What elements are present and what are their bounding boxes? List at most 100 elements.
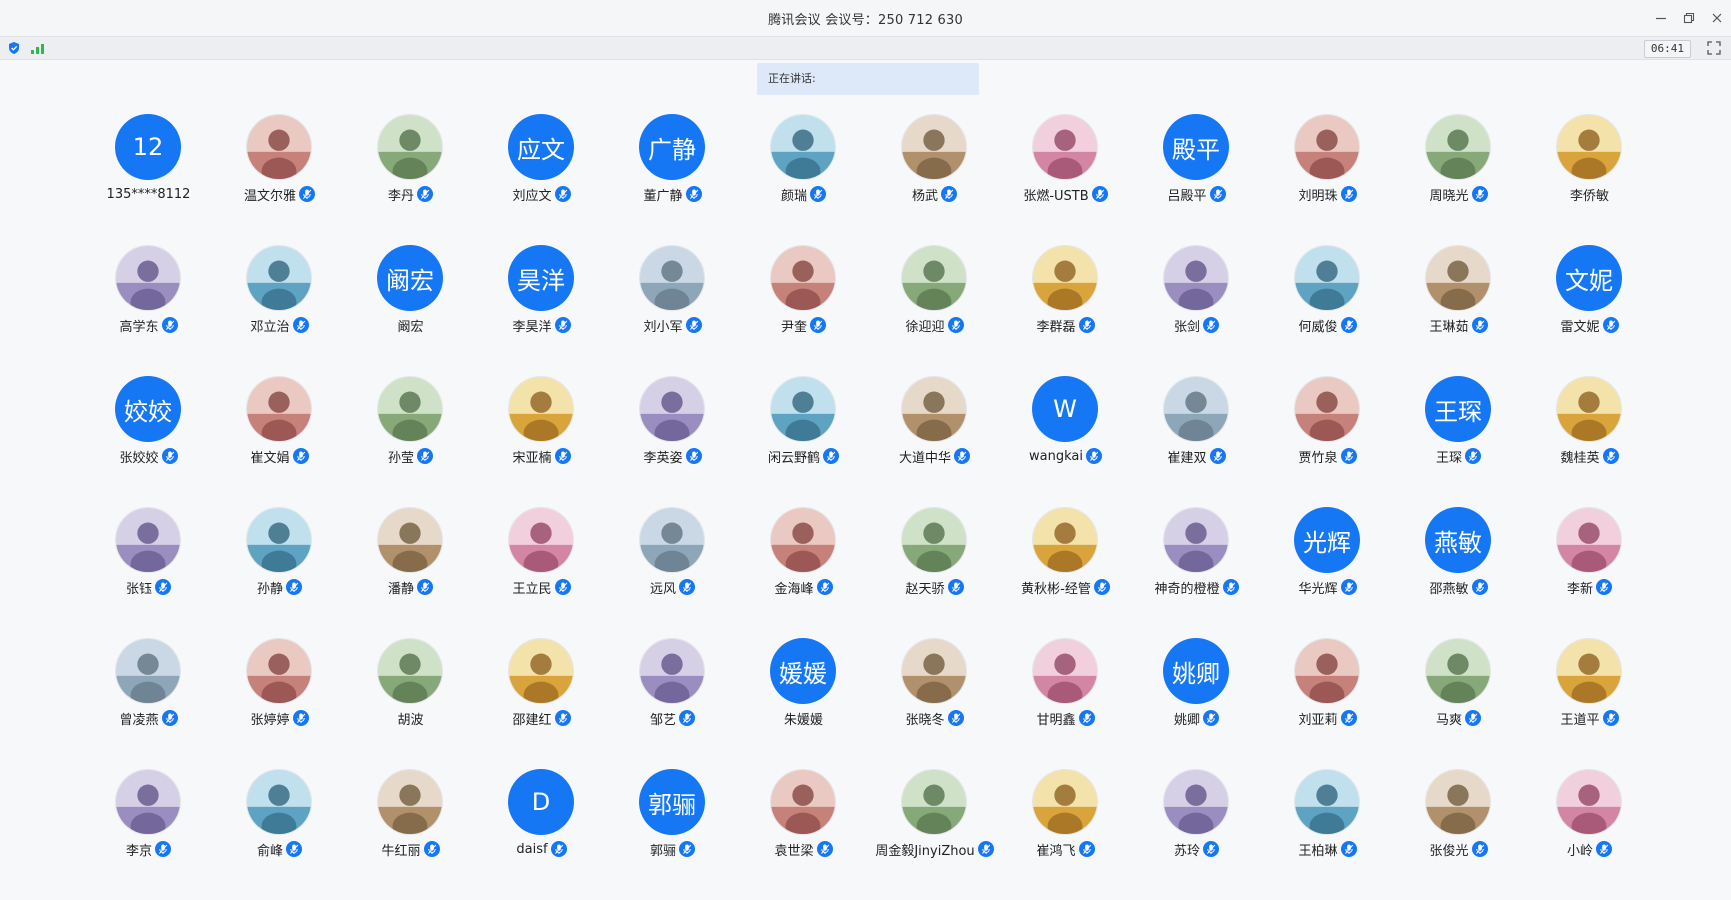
participant-tile[interactable]: 王琳茹	[1393, 242, 1524, 373]
participant-tile[interactable]: 燕敏 邵燕敏	[1393, 504, 1524, 635]
participant-tile[interactable]: 光辉 华光辉	[1262, 504, 1393, 635]
participant-tile[interactable]: 李侨敏	[1524, 111, 1655, 242]
participant-tile[interactable]: 马爽	[1393, 635, 1524, 766]
participant-tile[interactable]: 王柏琳	[1262, 766, 1393, 897]
participant-tile[interactable]: 黄秋彬-经管	[1000, 504, 1131, 635]
participant-tile[interactable]: 张婷婷	[214, 635, 345, 766]
participant-tile[interactable]: 宋亚楠	[476, 373, 607, 504]
participant-tile[interactable]: 李群磊	[1000, 242, 1131, 373]
participant-tile[interactable]: 何威俊	[1262, 242, 1393, 373]
mic-icon[interactable]	[816, 841, 833, 857]
mic-icon[interactable]	[810, 317, 826, 333]
mic-icon[interactable]	[685, 317, 702, 333]
participant-tile[interactable]: 崔文娟	[214, 373, 345, 504]
participant-tile[interactable]: 崔鸿飞	[1000, 766, 1131, 897]
mic-icon[interactable]	[1209, 448, 1226, 464]
restore-icon[interactable]	[1675, 0, 1703, 36]
mic-icon[interactable]	[1078, 841, 1095, 857]
mic-icon[interactable]	[1471, 317, 1488, 333]
mic-icon[interactable]	[816, 579, 833, 595]
participant-tile[interactable]: 李英姿	[607, 373, 738, 504]
mic-icon[interactable]	[947, 710, 964, 726]
mic-icon[interactable]	[1340, 579, 1357, 595]
participant-tile[interactable]: 小岭	[1524, 766, 1655, 897]
participant-tile[interactable]: 甘明鑫	[1000, 635, 1131, 766]
signal-icon[interactable]	[31, 42, 45, 54]
participant-tile[interactable]: Ddaisf	[476, 766, 607, 897]
mic-icon[interactable]	[554, 710, 571, 726]
mic-icon[interactable]	[947, 317, 964, 333]
participant-tile[interactable]: 刘小军	[607, 242, 738, 373]
participant-tile[interactable]: 昊洋 李昊洋	[476, 242, 607, 373]
participant-tile[interactable]: 大道中华	[869, 373, 1000, 504]
mic-icon[interactable]	[1340, 710, 1357, 726]
mic-icon[interactable]	[554, 186, 571, 202]
participant-tile[interactable]: 金海峰	[738, 504, 869, 635]
participant-tile[interactable]: 徐迎迎	[869, 242, 1000, 373]
participant-tile[interactable]: 崔建双	[1131, 373, 1262, 504]
participant-tile[interactable]: 俞峰	[214, 766, 345, 897]
participant-tile[interactable]: 杨武	[869, 111, 1000, 242]
participant-tile[interactable]: 邓立治	[214, 242, 345, 373]
mic-icon[interactable]	[292, 317, 309, 333]
participant-tile[interactable]: 李丹	[345, 111, 476, 242]
mic-icon[interactable]	[679, 710, 695, 726]
mic-icon[interactable]	[1471, 841, 1488, 857]
mic-icon[interactable]	[423, 841, 440, 857]
participant-tile[interactable]: 贾竹泉	[1262, 373, 1393, 504]
participant-tile[interactable]: 周晓光	[1393, 111, 1524, 242]
participant-tile[interactable]: 潘静	[345, 504, 476, 635]
participant-tile[interactable]: 李京	[83, 766, 214, 897]
participant-tile[interactable]: 张钰	[83, 504, 214, 635]
participant-tile[interactable]: 12 135****8112	[83, 111, 214, 242]
participant-tile[interactable]: 王道平	[1524, 635, 1655, 766]
participant-tile[interactable]: 温文尔雅	[214, 111, 345, 242]
participant-tile[interactable]: 李新	[1524, 504, 1655, 635]
mic-icon[interactable]	[1465, 710, 1481, 726]
mic-icon[interactable]	[161, 448, 178, 464]
participant-tile[interactable]: 姚卿 姚卿	[1131, 635, 1262, 766]
mic-icon[interactable]	[810, 186, 826, 202]
mic-icon[interactable]	[554, 579, 571, 595]
participant-tile[interactable]: 袁世梁	[738, 766, 869, 897]
mic-icon[interactable]	[292, 448, 309, 464]
mic-icon[interactable]	[947, 579, 964, 595]
mic-icon[interactable]	[417, 448, 433, 464]
mic-icon[interactable]	[1602, 710, 1619, 726]
mic-icon[interactable]	[941, 186, 957, 202]
participant-tile[interactable]: 媛媛 朱媛媛	[738, 635, 869, 766]
shield-icon[interactable]	[7, 41, 21, 55]
mic-icon[interactable]	[823, 448, 839, 464]
participant-tile[interactable]: 广静 董广静	[607, 111, 738, 242]
participant-tile[interactable]: 曾凌燕	[83, 635, 214, 766]
close-icon[interactable]	[1703, 0, 1731, 36]
mic-icon[interactable]	[1596, 841, 1612, 857]
participant-tile[interactable]: 张俊光	[1393, 766, 1524, 897]
participant-tile[interactable]: 王琛 王琛	[1393, 373, 1524, 504]
mic-icon[interactable]	[1340, 841, 1357, 857]
participant-tile[interactable]: 姣姣 张姣姣	[83, 373, 214, 504]
mic-icon[interactable]	[1203, 317, 1219, 333]
participant-tile[interactable]: 尹奎	[738, 242, 869, 373]
participant-tile[interactable]: 远风	[607, 504, 738, 635]
mic-icon[interactable]	[1203, 710, 1219, 726]
mic-icon[interactable]	[550, 841, 567, 857]
mic-icon[interactable]	[1602, 448, 1619, 464]
mic-icon[interactable]	[417, 579, 433, 595]
fullscreen-icon[interactable]	[1707, 41, 1721, 55]
mic-icon[interactable]	[286, 579, 302, 595]
participant-tile[interactable]: 牛红丽	[345, 766, 476, 897]
mic-icon[interactable]	[1078, 317, 1095, 333]
mic-icon[interactable]	[554, 317, 571, 333]
mic-icon[interactable]	[155, 579, 171, 595]
participant-tile[interactable]: 殿平 吕殿平	[1131, 111, 1262, 242]
participant-tile[interactable]: 魏桂英	[1524, 373, 1655, 504]
mic-icon[interactable]	[1340, 317, 1357, 333]
minimize-icon[interactable]	[1647, 0, 1675, 36]
participant-tile[interactable]: 苏玲	[1131, 766, 1262, 897]
mic-icon[interactable]	[1085, 448, 1102, 464]
mic-icon[interactable]	[286, 841, 302, 857]
mic-icon[interactable]	[977, 841, 994, 857]
mic-icon[interactable]	[679, 841, 695, 857]
participant-tile[interactable]: 赵天骄	[869, 504, 1000, 635]
